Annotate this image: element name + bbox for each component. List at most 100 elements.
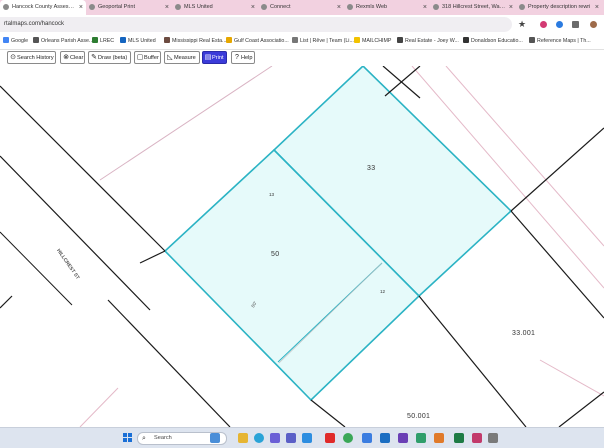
- app-icon[interactable]: [434, 433, 444, 443]
- address-bar[interactable]: rtalmaps.com/hancock: [0, 17, 512, 32]
- ruler-icon: ◺: [167, 54, 173, 61]
- extension-icon[interactable]: [572, 21, 579, 28]
- bookmark-item[interactable]: Gulf Coast Associatio...: [226, 34, 289, 49]
- close-tab-icon[interactable]: ×: [337, 0, 341, 15]
- file-explorer-icon[interactable]: [238, 433, 248, 443]
- toolbar-button-label: Buffer: [144, 55, 159, 61]
- bookmark-label: Google: [11, 38, 29, 44]
- bookmark-label: LREC: [100, 38, 115, 44]
- tab-title: Rexmls Web: [356, 4, 388, 10]
- app-icon[interactable]: [416, 433, 426, 443]
- browser-tab[interactable]: Connect ×: [258, 0, 344, 15]
- dimension-label: 13: [269, 192, 275, 197]
- excel-icon[interactable]: [454, 433, 464, 443]
- tab-favicon-icon: [3, 4, 9, 10]
- url-text[interactable]: rtalmaps.com/hancock: [4, 17, 64, 32]
- bookmark-item[interactable]: Mississippi Real Esta...: [164, 34, 226, 49]
- tab-title: Property description rewri: [528, 4, 591, 10]
- browser-tab[interactable]: Rexmls Web ×: [344, 0, 430, 15]
- teams-icon[interactable]: [286, 433, 296, 443]
- bookmark-label: Orleans Parish Asse...: [41, 38, 94, 44]
- widgets-icon[interactable]: [210, 433, 220, 443]
- app-icon[interactable]: [488, 433, 498, 443]
- donaldson-icon: [463, 37, 469, 43]
- google-icon: [3, 37, 9, 43]
- toolbar-button-label: Search History: [17, 55, 54, 61]
- tab-title: MLS United: [184, 4, 213, 10]
- app-icon[interactable]: [472, 433, 482, 443]
- extension-icon[interactable]: [556, 21, 563, 28]
- close-tab-icon[interactable]: ×: [423, 0, 427, 15]
- buffer-button[interactable]: ▢Buffer: [134, 51, 161, 64]
- youtube-icon[interactable]: [325, 433, 335, 443]
- browser-tab[interactable]: Hancock County Assessor ×: [0, 0, 86, 15]
- search-icon: ⊙: [10, 54, 16, 61]
- search-placeholder: Search: [154, 435, 172, 441]
- toolbar-button-label: Draw (beta): [98, 55, 128, 61]
- tab-favicon-icon: [261, 4, 267, 10]
- bookmark-label: Reference Maps | Th...: [537, 38, 591, 44]
- parcel-map[interactable]: HILLCREST ST 33 50 33.001 50.001 13 12 8…: [0, 66, 604, 427]
- chrome-browser-icon[interactable]: [343, 433, 353, 443]
- lrec-icon: [92, 37, 98, 43]
- store-icon[interactable]: [270, 433, 280, 443]
- pencil-icon: ✎: [91, 54, 97, 61]
- bookmark-item[interactable]: MAILCHIMP: [354, 34, 391, 49]
- close-tab-icon[interactable]: ×: [251, 0, 255, 15]
- lot-number-label: 33.001: [512, 330, 536, 337]
- browser-tab[interactable]: Geoportal Print ×: [86, 0, 172, 15]
- search-history-button[interactable]: ⊙Search History: [7, 51, 56, 64]
- bookmarks-bar: Google Orleans Parish Asse... LREC MLS Unit…: [0, 34, 604, 50]
- bookmark-label: List | Rêve | Team (Li...: [300, 38, 354, 44]
- app-icon[interactable]: [398, 433, 408, 443]
- outlook-icon[interactable]: [380, 433, 390, 443]
- parcel-line: [79, 387, 119, 427]
- help-button[interactable]: ? Help: [231, 51, 255, 64]
- browser-tab[interactable]: Property description rewri ×: [516, 0, 602, 15]
- edge-browser-icon[interactable]: [254, 433, 264, 443]
- bookmark-star-icon[interactable]: ★: [518, 17, 526, 32]
- close-tab-icon[interactable]: ×: [79, 0, 83, 15]
- extension-icon[interactable]: [540, 21, 547, 28]
- mail-icon[interactable]: [302, 433, 312, 443]
- bookmark-item[interactable]: MLS United: [120, 34, 156, 49]
- measure-button[interactable]: ◺Measure: [164, 51, 200, 64]
- road-line: [558, 391, 604, 427]
- print-button[interactable]: ▤Print: [202, 51, 227, 64]
- bookmark-label: Mississippi Real Esta...: [172, 38, 227, 44]
- toolbar-button-label: Measure: [174, 55, 196, 61]
- bookmark-item[interactable]: Donaldson Educatio...: [463, 34, 523, 49]
- bookmark-item[interactable]: Reference Maps | Th...: [529, 34, 591, 49]
- toolbar-button-label: Help: [241, 55, 253, 61]
- bookmark-label: Real Estate - Joey W...: [405, 38, 459, 44]
- bookmark-item[interactable]: Orleans Parish Asse...: [33, 34, 93, 49]
- bookmark-item[interactable]: List | Rêve | Team (Li...: [292, 34, 354, 49]
- tab-title: Geoportal Print: [98, 4, 135, 10]
- road-line: [107, 299, 231, 427]
- clear-button[interactable]: ⊗Clear: [60, 51, 85, 64]
- map-canvas[interactable]: [0, 66, 604, 427]
- browser-tab[interactable]: MLS United ×: [172, 0, 258, 15]
- close-tab-icon[interactable]: ×: [165, 0, 169, 15]
- tab-title: Connect: [270, 4, 291, 10]
- bookmark-item[interactable]: Google: [3, 34, 28, 49]
- draw-beta-button[interactable]: ✎Draw (beta): [88, 51, 131, 64]
- road-line: [0, 231, 73, 306]
- buffer-icon: ▢: [136, 54, 144, 61]
- bookmark-item[interactable]: Real Estate - Joey W...: [397, 34, 459, 49]
- tab-title: Hancock County Assessor: [12, 4, 76, 10]
- toolbar-button-label: Clear: [70, 55, 84, 61]
- search-icon: ⌕: [142, 435, 146, 442]
- road-line: [310, 399, 346, 427]
- road-line: [384, 66, 421, 97]
- tab-favicon-icon: [433, 4, 439, 10]
- tab-favicon-icon: [89, 4, 95, 10]
- close-tab-icon[interactable]: ×: [509, 0, 513, 15]
- bookmark-item[interactable]: LREC: [92, 34, 114, 49]
- windows-start-icon[interactable]: [123, 433, 133, 443]
- photos-icon[interactable]: [362, 433, 372, 443]
- mailchimp-icon: [354, 37, 360, 43]
- browser-tab[interactable]: 318 Hillcrest Street, Wavel ×: [430, 0, 516, 15]
- profile-avatar-icon[interactable]: [590, 21, 597, 28]
- close-tab-icon[interactable]: ×: [595, 0, 599, 15]
